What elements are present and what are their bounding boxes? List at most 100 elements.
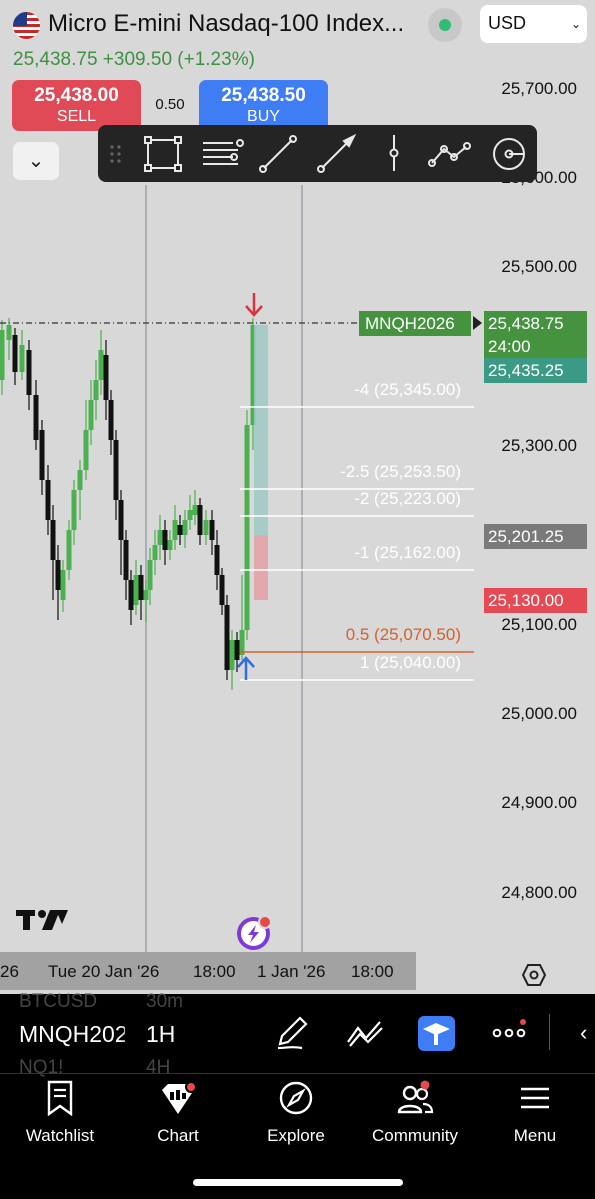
chart-icon — [162, 1081, 197, 1114]
candle-body — [19, 345, 25, 372]
candle-body — [219, 575, 225, 605]
candle-body — [26, 350, 32, 395]
price-axis-label: 25,100.00 — [501, 615, 577, 634]
sell-signal-icon — [245, 293, 263, 317]
candle-body — [162, 530, 168, 550]
candle-body — [167, 540, 173, 550]
draw-pen-icon[interactable] — [272, 1012, 314, 1054]
tradingview-logo — [16, 906, 68, 940]
candle-body — [118, 500, 124, 540]
price-axis-label: 25,700.00 — [501, 79, 577, 98]
candle-body — [182, 520, 188, 535]
candle-body — [93, 380, 99, 400]
candle-body — [143, 590, 149, 600]
candle-body — [113, 440, 119, 500]
candle-body — [50, 520, 56, 560]
candle-body — [33, 395, 39, 440]
candle-body — [128, 580, 134, 610]
candle-body — [12, 335, 18, 372]
candle-body — [203, 520, 209, 535]
candle-body — [77, 470, 83, 490]
indicators-icon[interactable] — [344, 1012, 386, 1054]
trade-panel-button[interactable] — [418, 1016, 455, 1051]
stop-price-tag: 25,201.25 — [484, 524, 587, 549]
candle-body — [55, 560, 61, 590]
candle-body — [60, 570, 66, 600]
candle-body — [177, 525, 183, 535]
nav-label: Community — [372, 1126, 458, 1145]
home-indicator — [193, 1179, 403, 1186]
candle-body — [45, 480, 51, 520]
candle-body — [192, 505, 198, 515]
price-axis-label: 24,800.00 — [501, 883, 577, 902]
ghost-symbol: NQ1! — [19, 1057, 64, 1078]
divider — [0, 1073, 595, 1074]
candle-body — [187, 510, 193, 520]
candle-body — [98, 350, 104, 380]
ghost-symbol: BTCUSD — [19, 991, 98, 1012]
time-axis-label: 1 Jan '26 — [257, 962, 326, 981]
candle-body — [83, 430, 89, 470]
nav-chart[interactable]: Chart — [123, 1080, 233, 1150]
price-axis-label: 25,300.00 — [501, 436, 577, 455]
candle-body — [197, 505, 203, 535]
nav-label: Menu — [513, 1126, 557, 1145]
rectangle-icon[interactable] — [140, 129, 186, 178]
chevron-left-icon[interactable]: ‹ — [580, 1020, 587, 1046]
chart-settings-icon[interactable] — [522, 963, 546, 987]
drawing-toolbar — [98, 125, 537, 182]
bookmark-icon — [47, 1080, 73, 1116]
time-axis-label: Tue 20 Jan '26 — [48, 962, 160, 981]
fib-level-label: -2 (25,223.00) — [354, 489, 461, 508]
candle-body — [123, 540, 129, 580]
fib-level-label: -4 (25,345.00) — [354, 380, 461, 399]
nav-community[interactable]: Community — [360, 1080, 470, 1150]
candle-body — [6, 325, 12, 340]
candle-body — [152, 545, 158, 560]
candle-body — [244, 425, 250, 630]
candle-body — [157, 530, 163, 545]
time-axis-label: 26 — [0, 962, 19, 981]
fib-level-label: 1 (25,040.00) — [359, 653, 461, 672]
fib-level-label: -2.5 (25,253.50) — [340, 462, 461, 481]
candle-body — [103, 355, 109, 400]
vertical-line-icon[interactable] — [371, 129, 417, 178]
candle-body — [172, 520, 178, 540]
price-axis-label: 25,500.00 — [501, 257, 577, 276]
bid-price-tag: 25,435.25 — [484, 358, 587, 383]
timeframe-picker[interactable]: 1H — [146, 1021, 175, 1048]
drag-handle-icon[interactable] — [98, 129, 134, 178]
nav-menu[interactable]: Menu — [480, 1080, 590, 1150]
symbol-value: MNQH2026 — [19, 1021, 125, 1047]
circle-icon[interactable] — [486, 129, 532, 178]
fib-level-label: 0.5 (25,070.50) — [345, 625, 461, 644]
nav-explore[interactable]: Explore — [241, 1080, 351, 1150]
academy-icon — [423, 1023, 450, 1045]
ghost-timeframe: 4H — [146, 1057, 171, 1078]
candle-body — [39, 430, 45, 480]
target-price-tag: 25,130.00 — [484, 588, 587, 613]
price-axis-label: 25,000.00 — [501, 704, 577, 723]
arrow-line-icon[interactable] — [313, 129, 359, 178]
candle-body — [108, 400, 114, 440]
play-icon — [473, 316, 482, 330]
nav-watchlist[interactable]: Watchlist — [5, 1080, 115, 1150]
candle-body — [138, 575, 144, 600]
fib-retracement-icon[interactable] — [197, 129, 243, 178]
candle-body — [214, 545, 220, 575]
candle-body — [209, 520, 215, 540]
compass-icon — [279, 1081, 313, 1115]
candle-body — [147, 560, 153, 590]
divider — [549, 1014, 550, 1050]
path-icon[interactable] — [426, 129, 472, 178]
symbol-picker[interactable]: MNQH2026 — [0, 1018, 125, 1050]
candle-body — [133, 575, 139, 605]
bar-countdown: 24:00 — [484, 334, 587, 359]
nav-label: Explore — [267, 1126, 325, 1145]
candles — [0, 318, 256, 690]
people-icon — [397, 1080, 434, 1114]
alert-button[interactable] — [237, 915, 272, 950]
trend-line-icon[interactable] — [255, 129, 301, 178]
more-icon[interactable] — [490, 1012, 532, 1054]
symbol-price-tag[interactable]: MNQH2026 — [359, 311, 471, 336]
